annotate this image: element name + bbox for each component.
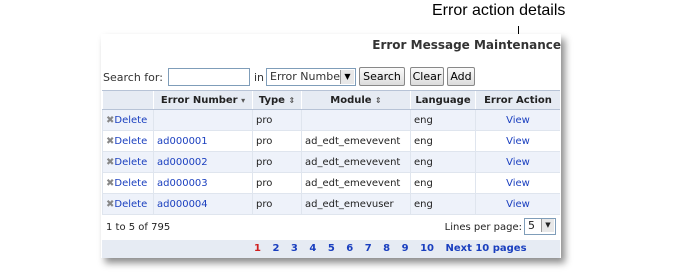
page-link-9[interactable]: 9 bbox=[402, 243, 409, 254]
page-link-4[interactable]: 4 bbox=[309, 243, 316, 254]
sort-icon: ⇕ bbox=[375, 95, 382, 105]
error-message-panel: Error Message Maintenance Search for: in… bbox=[101, 34, 561, 258]
view-link[interactable]: View bbox=[475, 130, 560, 152]
delete-label: Delete bbox=[114, 198, 148, 210]
table-row: ✖Delete ad000001 pro ad_edt_emevevent en… bbox=[102, 130, 560, 152]
page-link-8[interactable]: 8 bbox=[383, 243, 390, 254]
search-field-value: Error Number bbox=[270, 70, 345, 83]
sort-icon: ⇕ bbox=[288, 95, 296, 105]
clear-button[interactable]: Clear bbox=[410, 67, 444, 86]
delete-link[interactable]: ✖Delete bbox=[102, 109, 154, 131]
search-input[interactable] bbox=[168, 68, 250, 86]
view-link[interactable]: View bbox=[475, 193, 560, 215]
view-link[interactable]: View bbox=[475, 109, 560, 131]
error-number-link[interactable]: ad000003 bbox=[153, 172, 253, 194]
chevron-down-icon[interactable]: ▼ bbox=[340, 70, 354, 84]
table-row: ✖Delete ad000002 pro ad_edt_emevevent en… bbox=[102, 151, 560, 173]
col-error-action-label: Error Action bbox=[484, 94, 552, 106]
chevron-down-icon[interactable]: ▼ bbox=[541, 219, 554, 232]
col-type[interactable]: Type ⇕ bbox=[252, 90, 302, 110]
type-cell: pro bbox=[252, 193, 302, 215]
type-cell: pro bbox=[252, 130, 302, 152]
col-delete bbox=[102, 90, 154, 110]
page-link-1[interactable]: 1 bbox=[254, 243, 261, 254]
col-error-action: Error Action bbox=[475, 90, 560, 110]
delete-label: Delete bbox=[114, 135, 148, 147]
col-type-label: Type bbox=[258, 94, 285, 106]
delete-link[interactable]: ✖Delete bbox=[102, 130, 154, 152]
add-button[interactable]: Add bbox=[447, 67, 475, 86]
table-footer: 1 to 5 of 795 Lines per page: 5 ▼ bbox=[102, 216, 560, 240]
col-module[interactable]: Module ⇕ bbox=[301, 90, 411, 110]
page-link-3[interactable]: 3 bbox=[291, 243, 298, 254]
table-row: ✖Delete ad000004 pro ad_edt_emevuser eng… bbox=[102, 193, 560, 215]
error-table: Error Number ▾ Type ⇕ Module ⇕ Language … bbox=[102, 90, 560, 215]
type-cell: pro bbox=[252, 172, 302, 194]
delete-link[interactable]: ✖Delete bbox=[102, 172, 154, 194]
language-cell: eng bbox=[410, 130, 476, 152]
table-header-row: Error Number ▾ Type ⇕ Module ⇕ Language … bbox=[102, 90, 560, 110]
search-field-select[interactable]: Error Number ▼ bbox=[266, 68, 356, 86]
language-cell: eng bbox=[410, 151, 476, 173]
module-cell bbox=[301, 109, 411, 131]
delete-link[interactable]: ✖Delete bbox=[102, 193, 154, 215]
module-cell: ad_edt_emevevent bbox=[301, 172, 411, 194]
table-row: ✖Delete ad000003 pro ad_edt_emevevent en… bbox=[102, 172, 560, 194]
module-cell: ad_edt_emevuser bbox=[301, 193, 411, 215]
col-language: Language bbox=[410, 90, 476, 110]
module-cell: ad_edt_emevevent bbox=[301, 130, 411, 152]
page-links: 1 2 3 4 5 6 7 8 9 10 Next 10 pages bbox=[254, 243, 535, 254]
view-link[interactable]: View bbox=[475, 151, 560, 173]
col-error-number-label: Error Number bbox=[160, 94, 238, 106]
error-number-link[interactable]: ad000001 bbox=[153, 130, 253, 152]
error-number-link[interactable] bbox=[153, 109, 253, 131]
language-cell: eng bbox=[410, 109, 476, 131]
delete-label: Delete bbox=[114, 177, 148, 189]
lines-per-page-label: Lines per page: bbox=[444, 222, 522, 233]
delete-label: Delete bbox=[114, 114, 148, 126]
col-module-label: Module bbox=[330, 94, 372, 106]
type-cell: pro bbox=[252, 151, 302, 173]
col-error-number[interactable]: Error Number ▾ bbox=[153, 90, 253, 110]
next-pages-link[interactable]: Next 10 pages bbox=[445, 243, 526, 254]
language-cell: eng bbox=[410, 193, 476, 215]
page-link-5[interactable]: 5 bbox=[328, 243, 335, 254]
lines-per-page-select[interactable]: 5 ▼ bbox=[524, 218, 556, 235]
page-title: Error Message Maintenance bbox=[372, 38, 561, 52]
page-link-10[interactable]: 10 bbox=[420, 243, 434, 254]
table-row: ✖Delete pro eng View bbox=[102, 109, 560, 131]
record-count: 1 to 5 of 795 bbox=[106, 222, 171, 233]
sort-desc-icon: ▾ bbox=[241, 95, 246, 105]
view-link[interactable]: View bbox=[475, 172, 560, 194]
col-language-label: Language bbox=[415, 94, 471, 106]
callout-label: Error action details bbox=[432, 2, 566, 19]
lines-per-page-value: 5 bbox=[528, 219, 535, 232]
search-label: Search for: bbox=[103, 71, 163, 84]
delete-label: Delete bbox=[114, 156, 148, 168]
module-cell: ad_edt_emevevent bbox=[301, 151, 411, 173]
page-link-2[interactable]: 2 bbox=[272, 243, 279, 254]
error-number-link[interactable]: ad000004 bbox=[153, 193, 253, 215]
page-link-7[interactable]: 7 bbox=[365, 243, 372, 254]
pagination: 1 2 3 4 5 6 7 8 9 10 Next 10 pages bbox=[102, 240, 560, 258]
language-cell: eng bbox=[410, 172, 476, 194]
delete-link[interactable]: ✖Delete bbox=[102, 151, 154, 173]
search-in-label: in bbox=[254, 71, 265, 84]
error-number-link[interactable]: ad000002 bbox=[153, 151, 253, 173]
page-link-6[interactable]: 6 bbox=[346, 243, 353, 254]
search-button[interactable]: Search bbox=[359, 67, 405, 86]
type-cell: pro bbox=[252, 109, 302, 131]
